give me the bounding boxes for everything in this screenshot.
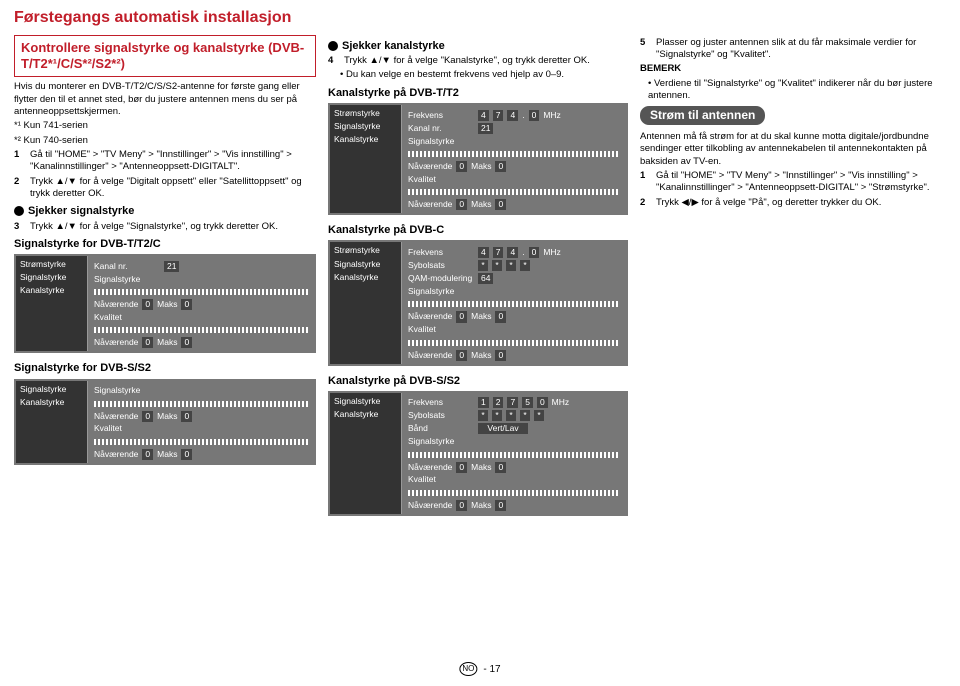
- section-box: Kontrollere signalstyrke og kanalstyrke …: [14, 35, 316, 78]
- step-number: 3: [14, 221, 24, 233]
- diagram-title: Kanalstyrke på DVB-S/S2: [328, 374, 628, 388]
- step-number: 1: [14, 149, 24, 174]
- page-title: Førstegangs automatisk installasjon: [14, 8, 946, 29]
- signal-diagram-dvbt: Strømstyrke Signalstyrke Kanalstyrke Kan…: [14, 254, 316, 353]
- column-1: Kontrollere signalstyrke og kanalstyrke …: [14, 35, 316, 524]
- subheading: Sjekker kanalstyrke: [328, 39, 628, 53]
- page-footer: NO - 17: [459, 662, 500, 676]
- footnote-2: *² Kun 740-serien: [14, 135, 316, 147]
- section-heading: Kontrollere signalstyrke og kanalstyrke …: [21, 40, 309, 73]
- diagram-title: Kanalstyrke på DVB-C: [328, 223, 628, 237]
- step-number: 5: [640, 37, 650, 62]
- section-stripe: Strøm til antennen: [640, 106, 765, 126]
- intro-text: Hvis du monterer en DVB-T/T2/C/S/S2-ante…: [14, 81, 316, 118]
- subheading: Sjekker signalstyrke: [14, 204, 316, 218]
- step-text: Trykk ▲/▼ for å velge "Digitalt oppsett"…: [30, 176, 316, 201]
- note-item: Verdiene til "Signalstyrke" og "Kvalitet…: [648, 78, 946, 103]
- step-text: Plasser og juster antennen slik at du få…: [656, 37, 946, 62]
- step-text: Gå til "HOME" > "TV Meny" > "Innstilling…: [656, 170, 946, 195]
- step-number: 2: [14, 176, 24, 201]
- page-number: - 17: [483, 663, 500, 676]
- step-number: 2: [640, 197, 650, 209]
- bullet-icon: [14, 206, 24, 216]
- lang-badge: NO: [459, 662, 477, 676]
- channel-diagram-dvbt: Strømstyrke Signalstyrke Kanalstyrke Fre…: [328, 103, 628, 215]
- step-text: Trykk ▲/▼ for å velge "Kanalstyrke", og …: [344, 55, 628, 67]
- step-text: Trykk ▲/▼ for å velge "Signalstyrke", og…: [30, 221, 316, 233]
- step-number: 1: [640, 170, 650, 195]
- step-note: • Du kan velge en bestemt frekvens ved h…: [340, 69, 628, 81]
- step-text: Trykk ◀/▶ for å velge "På", og deretter …: [656, 197, 946, 209]
- paragraph: Antennen må få strøm for at du skal kunn…: [640, 131, 946, 168]
- note-heading: BEMERK: [640, 63, 946, 75]
- step-text: Gå til "HOME" > "TV Meny" > "Innstilling…: [30, 149, 316, 174]
- diagram-title: Kanalstyrke på DVB-T/T2: [328, 86, 628, 100]
- column-2: Sjekker kanalstyrke 4 Trykk ▲/▼ for å vel…: [328, 35, 628, 524]
- signal-diagram-dvbs: Signalstyrke Kanalstyrke Signalstyrke Nå…: [14, 379, 316, 465]
- bullet-icon: [328, 41, 338, 51]
- diagram-title: Signalstyrke for DVB-T/T2/C: [14, 237, 316, 251]
- step-number: 4: [328, 55, 338, 67]
- channel-diagram-dvbs: Signalstyrke Kanalstyrke Frekvens 12750 …: [328, 391, 628, 516]
- diagram-title: Signalstyrke for DVB-S/S2: [14, 361, 316, 375]
- channel-diagram-dvbc: Strømstyrke Signalstyrke Kanalstyrke Fre…: [328, 240, 628, 365]
- column-3: 5Plasser og juster antennen slik at du f…: [640, 35, 946, 524]
- footnote-1: *¹ Kun 741-serien: [14, 120, 316, 132]
